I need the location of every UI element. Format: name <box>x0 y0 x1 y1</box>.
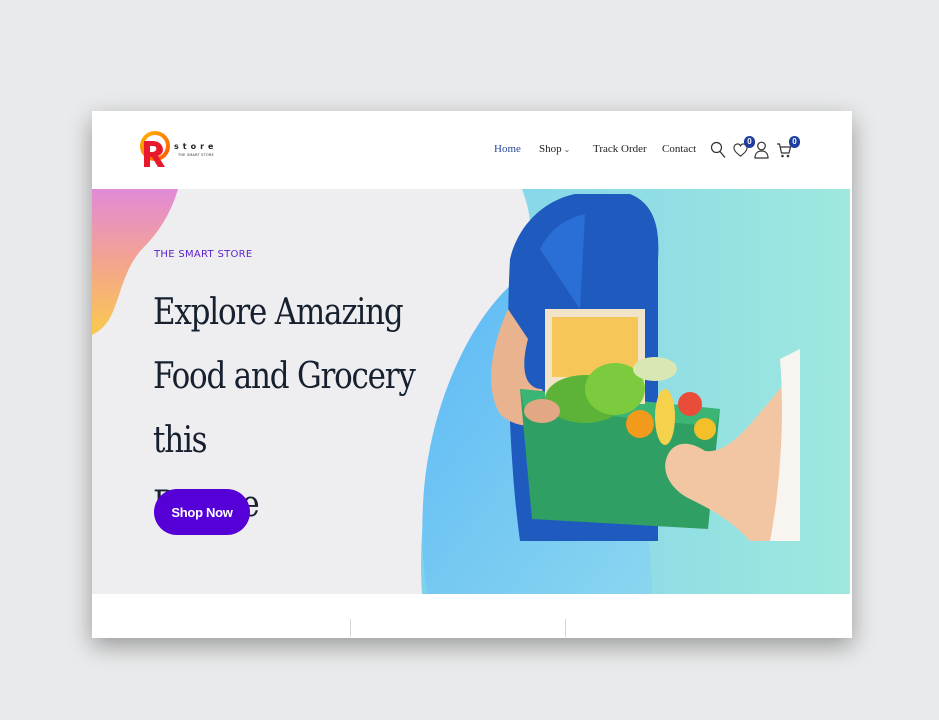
nav-shop-label: Shop <box>539 143 562 155</box>
user-icon[interactable] <box>754 141 769 159</box>
feature-strip <box>92 594 852 638</box>
chevron-down-icon: ⌄ <box>563 145 571 154</box>
nav-contact[interactable]: Contact <box>662 143 696 155</box>
search-icon[interactable] <box>710 141 726 159</box>
cart-count-badge: 0 <box>789 136 800 148</box>
hero-headline-line-2: Food and Grocery this <box>153 356 416 461</box>
hero-delivery-image <box>491 194 800 541</box>
nav-home[interactable]: Home <box>494 143 521 155</box>
logo-wordmark: store <box>174 142 218 151</box>
site-header: store THE SMART STORE Home Shop ⌄ Track O… <box>92 111 852 189</box>
logo-r-icon <box>140 131 170 167</box>
logo-tagline: THE SMART STORE <box>178 153 214 157</box>
shop-now-button[interactable]: Shop Now <box>154 489 250 535</box>
nav-shop[interactable]: Shop ⌄ <box>539 143 570 155</box>
logo[interactable]: store THE SMART STORE <box>140 129 220 173</box>
nav-track-order[interactable]: Track Order <box>593 143 647 155</box>
hero-headline-line-1: Explore Amazing <box>153 292 404 333</box>
hero-kicker: THE SMART STORE <box>154 249 253 260</box>
strip-divider <box>350 619 351 637</box>
hero-banner: THE SMART STORE Explore Amazing Food and… <box>92 189 850 594</box>
strip-divider <box>565 619 566 637</box>
browser-page: store THE SMART STORE Home Shop ⌄ Track O… <box>92 111 852 638</box>
